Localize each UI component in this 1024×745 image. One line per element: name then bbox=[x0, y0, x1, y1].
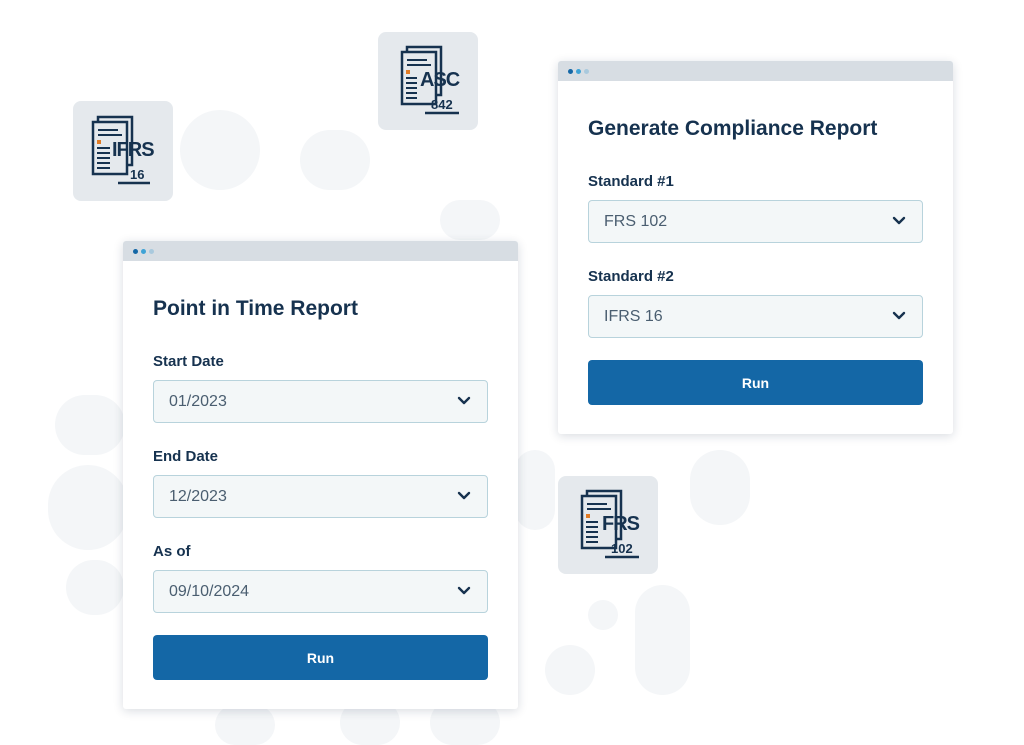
frs-102-document-icon: FRS 102 bbox=[573, 487, 643, 563]
asc-label: ASC bbox=[420, 69, 460, 91]
asc-842-icon-tile: ASC 842 bbox=[378, 32, 478, 130]
standard-2-value: IFRS 16 bbox=[604, 308, 663, 325]
run-button[interactable]: Run bbox=[588, 360, 923, 405]
background-shape bbox=[588, 600, 618, 630]
compliance-form: Generate Compliance Report Standard #1 F… bbox=[588, 81, 923, 434]
as-of-select[interactable]: 09/10/2024 bbox=[153, 570, 488, 613]
point-in-time-form: Point in Time Report Start Date 01/2023 … bbox=[153, 261, 488, 709]
window-dot-icon bbox=[133, 249, 138, 254]
background-shape bbox=[690, 450, 750, 525]
page-title: Point in Time Report bbox=[153, 297, 358, 320]
window-dot-icon bbox=[568, 69, 573, 74]
run-button[interactable]: Run bbox=[153, 635, 488, 680]
end-date-value: 12/2023 bbox=[169, 488, 227, 505]
background-shape bbox=[215, 705, 275, 745]
background-shape bbox=[635, 585, 690, 695]
background-shape bbox=[515, 450, 555, 530]
chevron-down-icon bbox=[457, 586, 471, 595]
window-title-bar bbox=[123, 241, 518, 261]
background-shape bbox=[66, 560, 124, 615]
asc-number-label: 842 bbox=[431, 97, 453, 112]
compliance-report-window: Generate Compliance Report Standard #1 F… bbox=[558, 61, 953, 434]
window-dot-icon bbox=[149, 249, 154, 254]
standard-1-value: FRS 102 bbox=[604, 213, 668, 230]
standard-1-select[interactable]: FRS 102 bbox=[588, 200, 923, 243]
ifrs-16-icon-tile: IFRS 16 bbox=[73, 101, 173, 201]
standard-2-select[interactable]: IFRS 16 bbox=[588, 295, 923, 338]
window-dot-icon bbox=[576, 69, 581, 74]
end-date-label: End Date bbox=[153, 448, 219, 465]
frs-number-label: 102 bbox=[611, 541, 633, 556]
chevron-down-icon bbox=[892, 311, 906, 320]
page-title: Generate Compliance Report bbox=[588, 117, 878, 140]
as-of-label: As of bbox=[153, 543, 191, 560]
window-dot-icon bbox=[141, 249, 146, 254]
background-shape bbox=[300, 130, 370, 190]
ifrs-label: IFRS bbox=[112, 139, 155, 161]
background-shape bbox=[440, 200, 500, 240]
point-in-time-report-window: Point in Time Report Start Date 01/2023 … bbox=[123, 241, 518, 709]
background-shape bbox=[48, 465, 128, 550]
window-dot-icon bbox=[584, 69, 589, 74]
chevron-down-icon bbox=[457, 396, 471, 405]
frs-label: FRS bbox=[602, 513, 640, 535]
frs-102-icon-tile: FRS 102 bbox=[558, 476, 658, 574]
chevron-down-icon bbox=[457, 491, 471, 500]
background-shape bbox=[545, 645, 595, 695]
ifrs-number-label: 16 bbox=[130, 167, 145, 182]
background-shape bbox=[55, 395, 125, 455]
standard-1-label: Standard #1 bbox=[588, 173, 674, 190]
ifrs-16-document-icon: IFRS 16 bbox=[88, 113, 158, 189]
end-date-select[interactable]: 12/2023 bbox=[153, 475, 488, 518]
chevron-down-icon bbox=[892, 216, 906, 225]
window-title-bar bbox=[558, 61, 953, 81]
standard-2-label: Standard #2 bbox=[588, 268, 674, 285]
asc-842-document-icon: ASC 842 bbox=[393, 43, 463, 119]
start-date-label: Start Date bbox=[153, 353, 224, 370]
background-shape bbox=[180, 110, 260, 190]
as-of-value: 09/10/2024 bbox=[169, 583, 250, 600]
start-date-select[interactable]: 01/2023 bbox=[153, 380, 488, 423]
start-date-value: 01/2023 bbox=[169, 393, 227, 410]
